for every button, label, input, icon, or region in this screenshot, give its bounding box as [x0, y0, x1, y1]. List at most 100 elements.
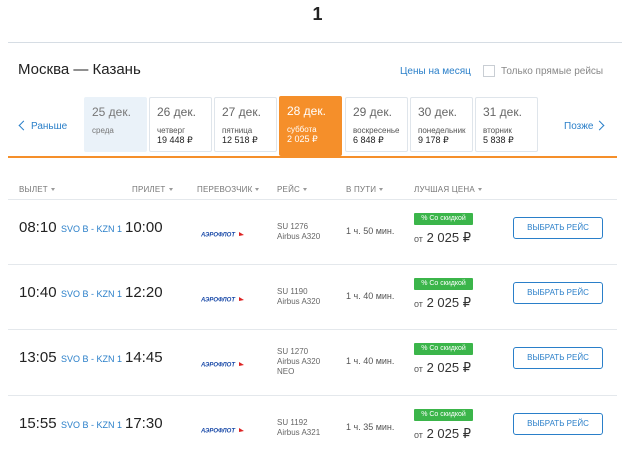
select-flight-button[interactable]: ВЫБРАТЬ РЕЙС — [513, 282, 603, 304]
flight-number: SU 1270 — [277, 347, 309, 356]
top-divider — [8, 42, 622, 43]
aircraft-type: Airbus A320 — [277, 297, 321, 306]
price: от 2 025 ₽ — [414, 295, 471, 311]
price-prefix: от — [414, 234, 423, 244]
select-flight-button[interactable]: ВЫБРАТЬ РЕЙС — [513, 217, 603, 239]
flight-number: SU 1192 — [277, 418, 308, 427]
select-flight-button[interactable]: ВЫБРАТЬ РЕЙС — [513, 413, 603, 435]
sort-caret-icon — [50, 188, 55, 192]
date-tile-price: 12 518 ₽ — [222, 135, 258, 145]
aeroflot-logo-icon: АЭРОФЛОТ — [200, 355, 247, 373]
col-duration[interactable]: В ПУТИ — [346, 185, 384, 194]
route-airports[interactable]: SVO B - KZN 1 — [61, 289, 122, 299]
aircraft-type: Airbus A320 — [277, 357, 321, 366]
arrival-time: 17:30 — [125, 415, 163, 432]
aeroflot-logo-icon: АЭРОФЛОТ — [200, 225, 247, 243]
date-tile-date: 28 дек. — [287, 104, 326, 118]
price-value: 2 025 ₽ — [426, 360, 471, 375]
date-tile-date: 29 дек. — [353, 105, 392, 119]
date-tile-price: 19 448 ₽ — [157, 135, 193, 145]
flight-duration: 1 ч. 50 мин. — [346, 226, 395, 236]
page-number: 1 — [312, 4, 323, 24]
departure-time: 08:10 — [19, 219, 57, 236]
route-airports[interactable]: SVO B - KZN 1 — [61, 224, 122, 234]
flight-info: SU 1192 Airbus A321 — [277, 418, 320, 438]
sort-caret-icon — [168, 188, 173, 192]
date-tile-weekday: четверг — [157, 126, 185, 135]
earlier-dates-button[interactable]: Раньше — [18, 120, 68, 132]
select-flight-button[interactable]: ВЫБРАТЬ РЕЙС — [513, 347, 603, 369]
date-tile-weekday: вторник — [483, 126, 512, 135]
later-label: Позже — [564, 121, 594, 132]
flight-row: 13:05 SVO B - KZN 1 14:45 АЭРОФЛОТ SU 1270 Ai… — [8, 329, 617, 395]
col-carrier-label: ПЕРЕВОЗЧИК — [197, 185, 253, 194]
date-tile-date: 31 дек. — [483, 105, 522, 119]
carrier-logo-text: АЭРОФЛОТ — [201, 298, 236, 304]
route-airports[interactable]: SVO B - KZN 1 — [61, 354, 122, 364]
aeroflot-logo-icon: АЭРОФЛОТ — [200, 421, 247, 439]
flight-row: 08:10 SVO B - KZN 1 10:00 АЭРОФЛОТ SU 1276 Ai… — [8, 199, 617, 265]
date-tile-date: 30 дек. — [418, 105, 457, 119]
price-value: 2 025 ₽ — [426, 295, 471, 310]
price: от 2 025 ₽ — [414, 426, 471, 442]
date-tile[interactable]: 31 дек. вторник 5 838 ₽ — [475, 97, 538, 152]
date-tile[interactable]: 26 дек. четверг 19 448 ₽ — [149, 97, 212, 152]
aircraft-type: Airbus A321 — [277, 428, 321, 437]
price: от 2 025 ₽ — [414, 230, 471, 246]
date-tile-price: 6 848 ₽ — [353, 135, 384, 145]
carrier-logo-text: АЭРОФЛОТ — [201, 363, 236, 369]
date-tile[interactable]: 25 дек. среда — [84, 97, 147, 152]
date-tile-price: 2 025 ₽ — [287, 134, 318, 144]
row-divider — [8, 395, 617, 396]
col-departure[interactable]: ВЫЛЕТ — [19, 185, 55, 194]
date-tile-selected[interactable]: 28 дек. суббота 2 025 ₽ — [279, 96, 342, 156]
col-arrival-label: ПРИЛЕТ — [132, 185, 166, 194]
date-tile-weekday: среда — [92, 126, 114, 135]
col-flight[interactable]: РЕЙС — [277, 185, 307, 194]
date-tile-weekday: понедельник — [418, 126, 466, 135]
sort-caret-icon — [303, 188, 307, 192]
date-tile-date: 27 дек. — [222, 105, 261, 119]
discount-badge: % Со скидкой — [414, 213, 473, 225]
sort-caret-icon — [255, 188, 260, 192]
price-value: 2 025 ₽ — [426, 230, 471, 245]
route-title: Москва — Казань — [18, 61, 141, 78]
earlier-label: Раньше — [31, 121, 68, 132]
aircraft-type: Airbus A320 — [277, 232, 321, 241]
date-tile[interactable]: 27 дек. пятница 12 518 ₽ — [214, 97, 277, 152]
chevron-left-icon — [18, 120, 29, 131]
flight-duration: 1 ч. 35 мин. — [346, 422, 395, 432]
row-divider — [8, 264, 617, 265]
date-tile[interactable]: 30 дек. понедельник 9 178 ₽ — [410, 97, 473, 152]
flight-info: SU 1276 Airbus A320 — [277, 222, 320, 242]
arrival-time: 14:45 — [125, 349, 163, 366]
price-month-link[interactable]: Цены на месяц — [400, 66, 471, 77]
route-airports[interactable]: SVO B - KZN 1 — [61, 420, 122, 430]
price-prefix: от — [414, 364, 423, 374]
aircraft-variant: NEO — [277, 367, 295, 376]
date-tile-date: 25 дек. — [92, 105, 131, 119]
row-divider — [8, 199, 617, 200]
date-tile-price: 9 178 ₽ — [418, 135, 449, 145]
flight-info: SU 1270 Airbus A320 NEO — [277, 347, 320, 377]
later-dates-button[interactable]: Позже — [564, 120, 605, 132]
date-tile-weekday: суббота — [287, 125, 317, 134]
date-tile-date: 26 дек. — [157, 105, 196, 119]
discount-badge: % Со скидкой — [414, 278, 473, 290]
col-duration-label: В ПУТИ — [346, 185, 377, 194]
col-carrier[interactable]: ПЕРЕВОЗЧИК — [197, 185, 260, 194]
discount-badge: % Со скидкой — [414, 343, 473, 355]
chevron-right-icon — [595, 120, 605, 131]
flight-row: 15:55 SVO B - KZN 1 17:30 АЭРОФЛОТ SU 1192 Ai… — [8, 395, 617, 461]
carrier-logo-text: АЭРОФЛОТ — [201, 233, 236, 239]
direct-only-label[interactable]: Только прямые рейсы — [501, 66, 603, 77]
flight-number: SU 1190 — [277, 287, 308, 296]
direct-only-checkbox[interactable] — [483, 65, 495, 77]
col-best-price[interactable]: ЛУЧШАЯ ЦЕНА — [414, 185, 482, 194]
col-arrival[interactable]: ПРИЛЕТ — [132, 185, 173, 194]
col-best-price-label: ЛУЧШАЯ ЦЕНА — [414, 185, 475, 194]
price-value: 2 025 ₽ — [426, 426, 471, 441]
col-departure-label: ВЫЛЕТ — [19, 185, 48, 194]
departure-time: 13:05 — [19, 349, 57, 366]
date-tile[interactable]: 29 дек. воскресенье 6 848 ₽ — [345, 97, 408, 152]
